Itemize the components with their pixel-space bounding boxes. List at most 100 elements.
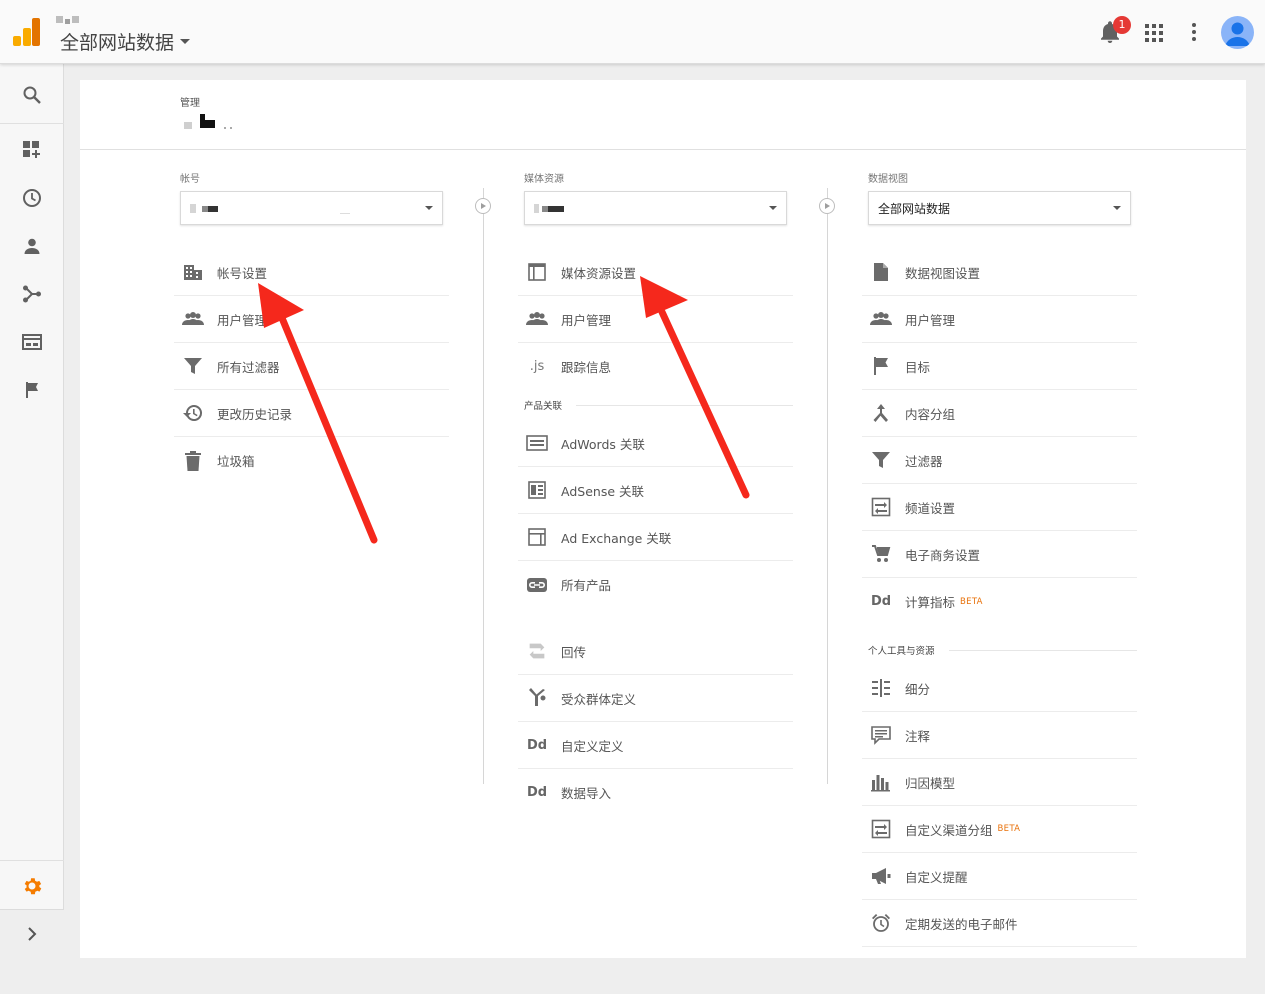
admin-account-name: [184, 114, 232, 129]
window-icon: [526, 261, 548, 283]
admin-menu-item[interactable]: 用户管理: [518, 296, 793, 343]
admin-menu-item[interactable]: 数据视图设置: [862, 249, 1137, 296]
search-icon: [23, 86, 41, 104]
more-vert-icon[interactable]: [1191, 23, 1196, 41]
rail-audience[interactable]: [0, 222, 64, 270]
admin-menu-item-label: 媒体资源设置: [561, 265, 637, 281]
admin-menu-item-label: 过滤器: [905, 453, 943, 469]
admin-menu-item-label: 归因模型: [905, 775, 956, 791]
property-label: 媒体资源: [524, 174, 564, 185]
admin-menu-item-label: 注释: [905, 728, 931, 744]
dd-icon: Dd: [526, 737, 548, 753]
dd-icon: Dd: [870, 594, 892, 609]
admin-menu-item-label: 自定义定义: [561, 738, 624, 754]
postback-icon: [526, 640, 548, 662]
users-icon: [182, 308, 204, 330]
js-icon: .js: [529, 359, 545, 374]
admin-menu-item[interactable]: AdWords 关联: [518, 420, 793, 467]
admin-menu-item[interactable]: Ad Exchange 关联: [518, 514, 793, 561]
rail-admin[interactable]: [0, 862, 64, 910]
admin-menu-item-label: 回传: [561, 644, 587, 660]
breadcrumb[interactable]: [56, 16, 79, 24]
users-icon: [870, 308, 892, 330]
account-dropdown[interactable]: [180, 191, 443, 225]
trash-icon: [182, 450, 204, 472]
section-label-personal-tools: 个人工具与资源: [862, 635, 1137, 665]
admin-menu-item[interactable]: 过滤器: [862, 437, 1137, 484]
caret-down-icon: [180, 39, 191, 44]
avatar[interactable]: [1221, 16, 1254, 49]
admin-menu-item[interactable]: 所有产品: [518, 561, 793, 608]
admin-menu-item[interactable]: Dd 自定义定义: [518, 722, 793, 769]
admin-menu-item[interactable]: 用户管理: [174, 296, 449, 343]
view-dropdown[interactable]: 全部网站数据: [868, 191, 1131, 225]
admin-menu-item[interactable]: 注释: [862, 712, 1137, 759]
admin-menu-item-label: 频道设置: [905, 500, 956, 516]
admin-menu-item[interactable]: 自定义提醒: [862, 853, 1137, 900]
admin-menu-item-label: 自定义提醒: [905, 869, 968, 885]
rail-realtime[interactable]: [0, 174, 64, 222]
admin-menu-item-label: 自定义渠道分组: [905, 822, 993, 838]
admin-menu-item[interactable]: 回传: [518, 628, 793, 675]
rail-conversions[interactable]: [0, 366, 64, 414]
flag-icon: [870, 355, 892, 377]
admin-menu-item[interactable]: 更改历史记录: [174, 390, 449, 437]
admin-menu-item[interactable]: 帐号设置: [174, 249, 449, 296]
admin-menu-item[interactable]: 归因模型: [862, 759, 1137, 806]
account-label: 帐号: [180, 174, 200, 185]
attribution-icon: [870, 771, 892, 793]
property-dropdown[interactable]: [524, 191, 787, 225]
admin-menu-item[interactable]: 垃圾箱: [174, 437, 449, 484]
apps-grid-icon[interactable]: [1145, 24, 1163, 42]
view-label: 数据视图: [868, 174, 908, 185]
person-icon: [24, 238, 40, 254]
account-dropdown-value: [190, 204, 350, 214]
rail-customization[interactable]: [0, 126, 64, 174]
admin-menu-item[interactable]: 快捷方式: [862, 947, 1137, 958]
admin-menu-item[interactable]: 电子商务设置: [862, 531, 1137, 578]
chevron-right-icon: [28, 927, 37, 941]
admin-menu-item-label: AdWords 关联: [561, 436, 645, 452]
admin-menu-item-label: 数据视图设置: [905, 265, 981, 281]
left-nav-rail: [0, 64, 64, 958]
dashboard-icon: [23, 141, 40, 158]
admin-menu-item-label: 所有产品: [561, 578, 612, 593]
rail-behavior[interactable]: [0, 318, 64, 366]
admin-menu-item-label: 内容分组: [905, 406, 956, 422]
view-dropdown-value: 全部网站数据: [878, 201, 951, 216]
admin-title: 管理: [180, 98, 200, 109]
admin-menu-item[interactable]: 媒体资源设置: [518, 249, 793, 296]
admin-menu-item-label: 用户管理: [905, 312, 956, 328]
admin-menu-item[interactable]: .js 跟踪信息: [518, 343, 793, 390]
notification-badge[interactable]: 1: [1113, 16, 1131, 34]
rail-search[interactable]: [0, 71, 64, 119]
rail-expand[interactable]: [0, 909, 64, 958]
admin-menu-item[interactable]: 定期发送的电子邮件: [862, 900, 1137, 947]
caret-down-icon: [769, 206, 777, 210]
rail-acquisition[interactable]: [0, 270, 64, 318]
analytics-logo-icon[interactable]: [13, 18, 41, 48]
view-column: 数据视图 全部网站数据 数据视图设置 用户管理 目标 内容分组 过滤器 频道设置…: [862, 170, 1137, 958]
caret-down-icon: [1113, 206, 1121, 210]
channel-icon: [870, 818, 892, 840]
view-selector[interactable]: 全部网站数据: [60, 28, 191, 55]
section-label-product-links: 产品关联: [518, 390, 793, 420]
admin-menu-item[interactable]: 自定义渠道分组 BETA: [862, 806, 1137, 853]
admin-menu-item[interactable]: 细分: [862, 665, 1137, 712]
admin-menu-item[interactable]: AdSense 关联: [518, 467, 793, 514]
admin-panel: 管理 帐号 帐号设置 用户管理 所有过滤器 更改历史记录 垃圾箱 媒体资源 媒体…: [80, 80, 1246, 958]
admin-menu-item-label: 所有过滤器: [217, 359, 280, 375]
admin-menu-item[interactable]: Dd 数据导入: [518, 769, 793, 816]
admin-menu-item[interactable]: 目标: [862, 343, 1137, 390]
admin-menu-item-label: 用户管理: [561, 312, 612, 328]
admin-menu-item[interactable]: Dd 计算指标 BETA: [862, 578, 1137, 625]
admin-menu-item[interactable]: 频道设置: [862, 484, 1137, 531]
admin-menu-item[interactable]: 受众群体定义: [518, 675, 793, 722]
caret-down-icon: [425, 206, 433, 210]
admin-menu-item[interactable]: 内容分组: [862, 390, 1137, 437]
admin-menu-item[interactable]: 所有过滤器: [174, 343, 449, 390]
gear-icon: [24, 878, 42, 895]
users-icon: [526, 308, 548, 330]
adexchange-icon: [526, 526, 548, 548]
admin-menu-item[interactable]: 用户管理: [862, 296, 1137, 343]
